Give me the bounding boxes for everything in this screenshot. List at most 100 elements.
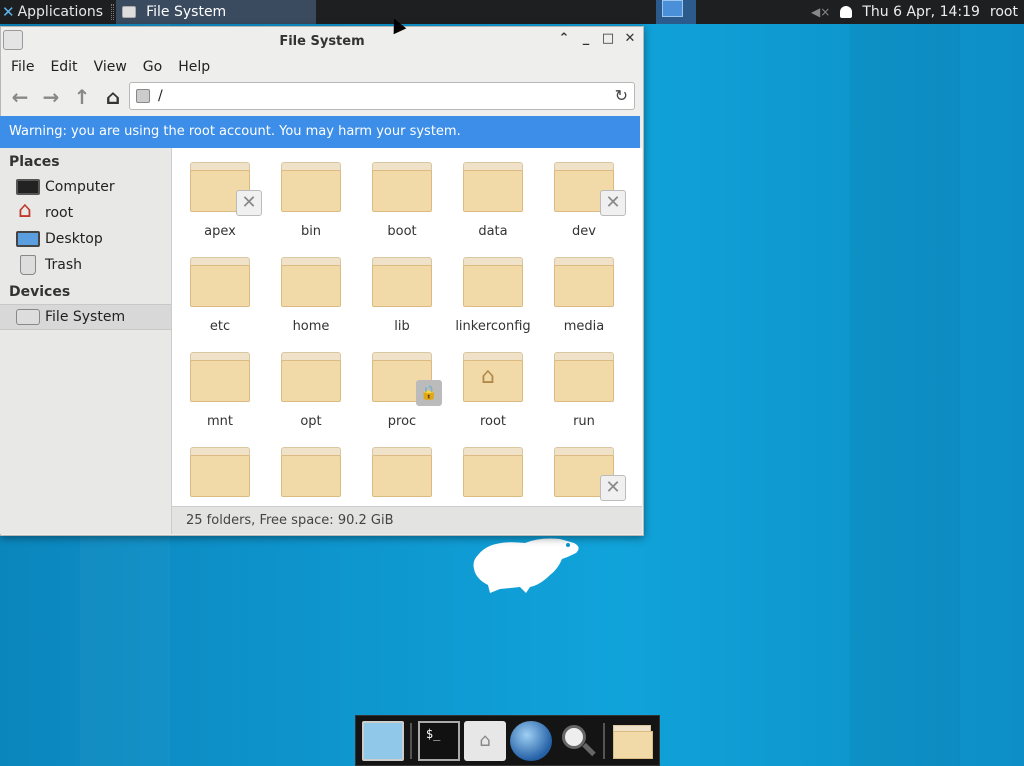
home-folder-icon[interactable]: ⌂ bbox=[464, 720, 506, 761]
folder-item[interactable]: lib bbox=[361, 243, 443, 334]
titlebar[interactable]: File System ⌃ _ □ ✕ bbox=[1, 27, 643, 55]
clock[interactable]: Thu 6 Apr, 14:19 bbox=[862, 4, 980, 20]
dock-separator bbox=[409, 722, 412, 759]
sidebar-item-computer[interactable]: Computer bbox=[0, 174, 171, 200]
folder-item[interactable] bbox=[270, 433, 352, 506]
folder-view[interactable]: ✕ apex bin boot data ✕ dev etc home lib linkerconf… bbox=[172, 148, 642, 506]
computer-icon bbox=[16, 179, 40, 195]
menubar: File Edit View Go Help bbox=[1, 55, 643, 79]
notification-bell-icon[interactable] bbox=[840, 6, 853, 18]
folder-item[interactable]: ✕ bbox=[543, 433, 626, 506]
dock: $_ ⌂ bbox=[355, 715, 660, 766]
folder-name: data bbox=[478, 224, 508, 239]
folder-item[interactable]: opt bbox=[270, 338, 352, 429]
root-warning-bar: Warning: you are using the root account.… bbox=[0, 116, 640, 148]
web-browser-icon[interactable] bbox=[509, 720, 552, 761]
folder-icon bbox=[281, 257, 341, 307]
folder-item[interactable]: ⌂ root bbox=[452, 338, 534, 429]
folder-name: opt bbox=[300, 414, 322, 429]
sidebar-item-desktop[interactable]: Desktop bbox=[0, 226, 171, 252]
folder-icon bbox=[190, 352, 250, 402]
menu-view[interactable]: View bbox=[88, 59, 133, 75]
menu-help[interactable]: Help bbox=[172, 59, 216, 75]
sidebar-item-trash[interactable]: Trash bbox=[0, 252, 171, 278]
folder-item[interactable]: data bbox=[452, 148, 534, 239]
home-emblem-icon: ⌂ bbox=[481, 364, 495, 389]
folder-icon bbox=[372, 447, 432, 497]
folder-name: mnt bbox=[207, 414, 233, 429]
folder-item[interactable]: bin bbox=[270, 148, 352, 239]
folder-item[interactable]: home bbox=[270, 243, 352, 334]
sidebar-item-label: Trash bbox=[45, 257, 82, 273]
show-desktop-icon[interactable] bbox=[362, 720, 404, 761]
shade-button[interactable]: ⌃ bbox=[557, 31, 571, 47]
places-header: Places bbox=[9, 154, 60, 170]
folder-icon bbox=[281, 352, 341, 402]
folder-icon bbox=[463, 447, 523, 497]
folder-item[interactable]: 🔒 proc bbox=[361, 338, 443, 429]
folder-icon: ⌂ bbox=[463, 352, 523, 402]
folder-icon bbox=[554, 352, 614, 402]
sidebar-item-label: root bbox=[45, 205, 74, 221]
menu-file[interactable]: File bbox=[5, 59, 40, 75]
sidebar-item-label: Desktop bbox=[45, 231, 103, 247]
folder-item[interactable] bbox=[361, 433, 443, 506]
home-icon[interactable]: ⌂ bbox=[100, 84, 126, 110]
status-bar: 25 folders, Free space: 90.2 GiB bbox=[172, 506, 642, 534]
folder-item[interactable]: media bbox=[543, 243, 625, 334]
folder-item[interactable] bbox=[179, 433, 261, 506]
folder-name: root bbox=[479, 414, 507, 429]
folder-name: bin bbox=[300, 224, 322, 239]
close-button[interactable]: ✕ bbox=[623, 31, 637, 47]
workspace-1[interactable] bbox=[662, 0, 683, 17]
terminal-icon[interactable]: $_ bbox=[417, 720, 461, 761]
folder-name: boot bbox=[387, 224, 417, 239]
file-manager-icon[interactable] bbox=[611, 721, 654, 761]
location-path[interactable]: / bbox=[158, 88, 163, 104]
folder-icon bbox=[281, 162, 341, 212]
folder-name: dev bbox=[572, 224, 596, 239]
folder-name: media bbox=[563, 319, 605, 334]
folder-name: etc bbox=[209, 319, 231, 334]
devices-header: Devices bbox=[9, 284, 71, 300]
folder-item[interactable]: mnt bbox=[179, 338, 261, 429]
folder-item[interactable]: etc bbox=[179, 243, 261, 334]
folder-icon: 🔒 bbox=[372, 352, 442, 406]
user-menu[interactable]: root bbox=[990, 4, 1018, 20]
folder-icon bbox=[463, 162, 523, 212]
reload-icon[interactable]: ↻ bbox=[615, 86, 628, 105]
back-arrow-icon[interactable]: ← bbox=[7, 84, 33, 110]
applications-label: Applications bbox=[17, 4, 104, 20]
folder-name: linkerconfig bbox=[455, 319, 531, 334]
folder-item[interactable]: linkerconfig bbox=[452, 243, 534, 334]
volume-muted-icon[interactable]: ◀× bbox=[811, 5, 830, 19]
sidebar-item-root[interactable]: root bbox=[0, 198, 171, 226]
taskbar-window-button[interactable]: File System bbox=[116, 0, 317, 24]
folder-item[interactable]: ✕ apex bbox=[179, 148, 262, 239]
taskbar-window-label: File System bbox=[146, 4, 227, 20]
folder-icon bbox=[190, 257, 250, 307]
window-menu-icon[interactable] bbox=[3, 30, 23, 50]
sidebar: Places Computer root Desktop Trash Devic… bbox=[0, 148, 172, 534]
sidebar-item-file-system[interactable]: File System bbox=[0, 304, 171, 330]
folder-item[interactable] bbox=[452, 433, 534, 506]
folder-icon bbox=[372, 257, 432, 307]
file-manager-window-icon bbox=[122, 6, 137, 18]
search-icon[interactable] bbox=[556, 721, 598, 761]
folder-icon bbox=[463, 257, 523, 307]
folder-name: apex bbox=[204, 224, 236, 239]
drive-icon bbox=[16, 309, 40, 325]
applications-menu-button[interactable]: ✕ Applications bbox=[0, 0, 109, 24]
up-arrow-icon[interactable]: ↑ bbox=[69, 84, 95, 110]
desktop-icon bbox=[16, 231, 40, 247]
folder-item[interactable]: run bbox=[543, 338, 625, 429]
location-bar[interactable]: / ↻ bbox=[129, 82, 635, 110]
folder-item[interactable]: boot bbox=[361, 148, 443, 239]
folder-item[interactable]: ✕ dev bbox=[543, 148, 626, 239]
folder-icon bbox=[190, 447, 250, 497]
menu-go[interactable]: Go bbox=[137, 59, 168, 75]
menu-edit[interactable]: Edit bbox=[44, 59, 83, 75]
maximize-button[interactable]: □ bbox=[601, 31, 615, 47]
minimize-button[interactable]: _ bbox=[579, 31, 593, 47]
forward-arrow-icon[interactable]: → bbox=[38, 84, 64, 110]
